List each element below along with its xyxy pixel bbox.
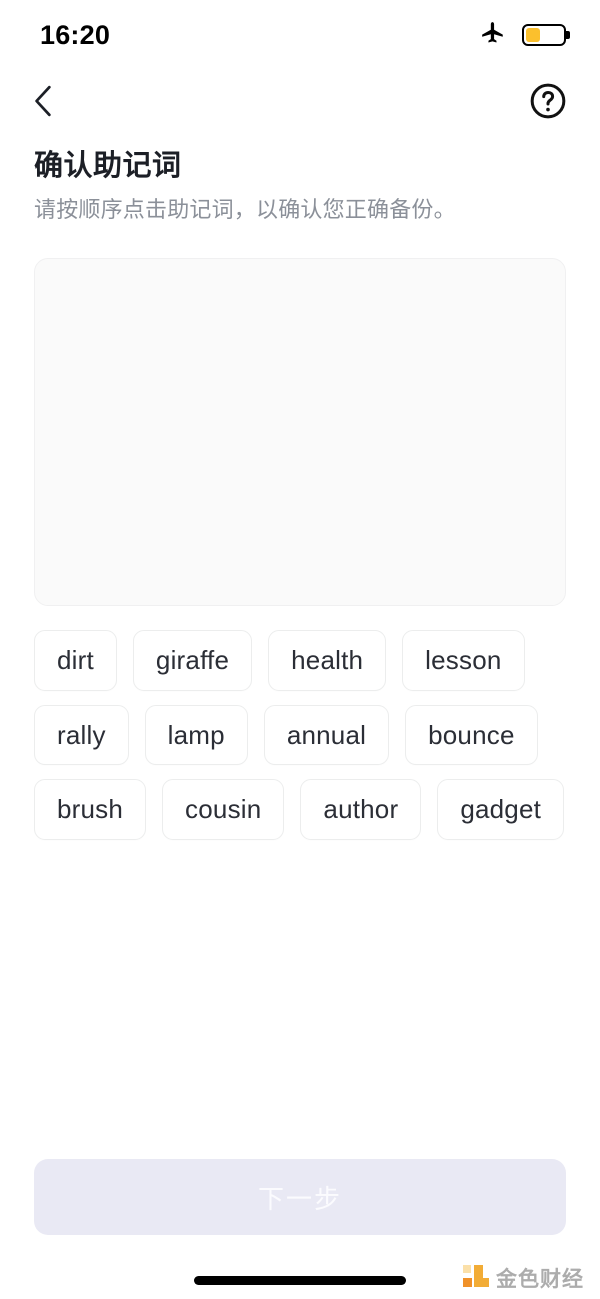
word-chip[interactable]: health [268,629,387,691]
page-subtitle: 请按顺序点击助记词，以确认您正确备份。 [34,197,456,223]
navigation-bar [0,70,600,136]
home-indicator[interactable] [194,1275,406,1285]
chevron-left-icon [30,84,58,123]
battery-low-power-icon [522,24,566,46]
next-button[interactable]: 下一步 [34,1159,566,1235]
question-circle-icon [529,82,567,125]
word-chip[interactable]: cousin [162,779,285,840]
status-bar: 16:20 [0,0,600,70]
word-chip[interactable]: lamp [144,704,248,766]
watermark-text: 金色财经 [496,1268,584,1291]
footer: 下一步 [0,1159,600,1235]
watermark: 金色财经 [463,1263,584,1293]
airplane-mode-icon [480,20,506,51]
status-bar-time: 16:20 [40,19,111,50]
word-chip[interactable]: gadget [437,779,565,840]
back-button[interactable] [22,81,66,125]
word-chip[interactable]: bounce [405,704,538,766]
app-screen: 16:20 确认助记词 请按顺序点击助记词，以确认您正确备份。 dirt gir… [0,0,600,1299]
word-chip[interactable]: dirt [34,629,117,691]
word-bank: dirt giraffe health lesson rally lamp annual bo… [34,629,566,840]
page-title: 确认助记词 [34,150,182,182]
word-chip[interactable]: rally [34,704,129,766]
jinse-logo-icon [463,1265,489,1291]
word-chip[interactable]: author [300,779,422,840]
selected-words-area[interactable] [34,257,566,606]
heading-block: 确认助记词 请按顺序点击助记词，以确认您正确备份。 [0,136,600,225]
help-button[interactable] [526,81,570,125]
status-bar-indicators [480,20,566,51]
word-chip[interactable]: brush [34,779,147,840]
word-chip[interactable]: giraffe [132,629,253,691]
word-chip[interactable]: lesson [402,629,525,691]
word-chip[interactable]: annual [263,704,390,766]
